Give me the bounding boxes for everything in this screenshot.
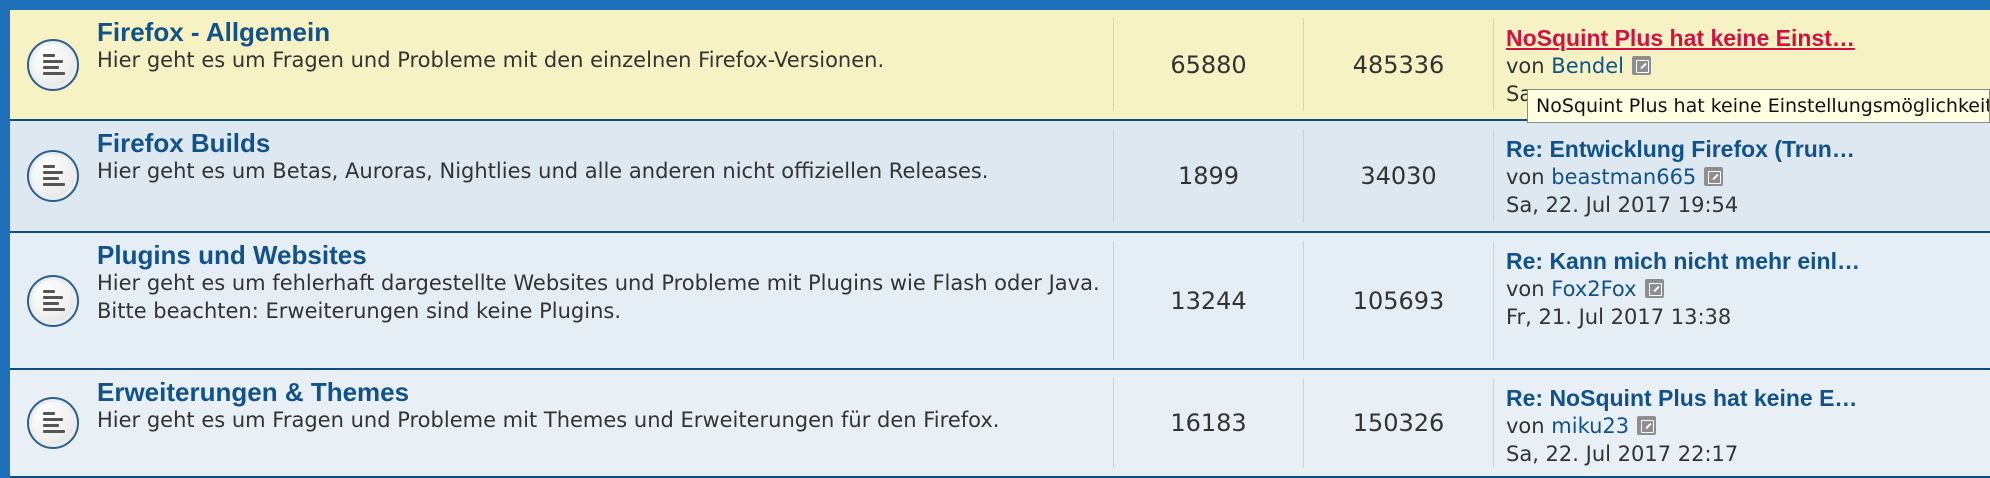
last-post-by-label: von bbox=[1506, 54, 1545, 78]
forum-icon-cell bbox=[10, 370, 97, 476]
view-latest-post-icon[interactable] bbox=[1632, 56, 1652, 75]
forum-topics-count: 16183 bbox=[1114, 378, 1304, 468]
forum-description: Hier geht es um Fragen und Probleme mit … bbox=[97, 48, 885, 72]
last-post-author-line: von Fox2Fox bbox=[1506, 275, 1988, 303]
forum-title-link[interactable]: Plugins und Websites bbox=[97, 241, 367, 269]
forum-read-icon bbox=[27, 274, 79, 327]
last-post-by-label: von bbox=[1506, 277, 1545, 301]
last-post-author-line: von Bendel bbox=[1506, 52, 1988, 80]
last-post-cell: Re: Entwicklung Firefox (Trun… von beast… bbox=[1494, 121, 1988, 231]
last-post-by-label: von bbox=[1506, 414, 1545, 438]
forum-note: Bitte beachten: Erweiterungen sind keine… bbox=[97, 299, 622, 323]
forum-posts-count: 34030 bbox=[1304, 129, 1494, 223]
forum-title-link[interactable]: Firefox - Allgemein bbox=[97, 18, 330, 46]
forum-read-icon bbox=[27, 397, 79, 449]
forum-description: Hier geht es um fehlerhaft dargestellte … bbox=[97, 271, 1100, 295]
forum-posts-count: 485336 bbox=[1304, 18, 1494, 111]
forum-topics-count: 13244 bbox=[1114, 241, 1304, 360]
last-post-cell: Re: Kann mich nicht mehr einl… von Fox2F… bbox=[1494, 233, 1988, 368]
forum-icon-cell bbox=[10, 10, 97, 119]
forum-icon-cell bbox=[10, 233, 97, 368]
forum-topics-count: 65880 bbox=[1114, 18, 1304, 111]
forum-row: Plugins und Websites Hier geht es um feh… bbox=[10, 233, 1990, 370]
forum-info: Erweiterungen & Themes Hier geht es um F… bbox=[97, 378, 1114, 468]
forum-posts-count: 105693 bbox=[1304, 241, 1494, 360]
forum-title-link[interactable]: Firefox Builds bbox=[97, 129, 270, 157]
forum-info: Plugins und Websites Hier geht es um feh… bbox=[97, 241, 1114, 360]
last-post-by-label: von bbox=[1506, 165, 1545, 189]
last-post-cell: Re: NoSquint Plus hat keine E… von miku2… bbox=[1494, 370, 1988, 476]
last-post-date: Sa, 22. Jul 2017 22:17 bbox=[1506, 442, 1739, 466]
forum-icon-cell bbox=[10, 121, 97, 231]
forum-description: Hier geht es um Betas, Auroras, Nightlie… bbox=[97, 159, 989, 183]
forum-info: Firefox Builds Hier geht es um Betas, Au… bbox=[97, 129, 1114, 223]
last-post-title-link[interactable]: Re: Entwicklung Firefox (Trun… bbox=[1506, 135, 1988, 163]
last-post-title-link[interactable]: Re: NoSquint Plus hat keine E… bbox=[1506, 384, 1988, 412]
forum-description: Hier geht es um Fragen und Probleme mit … bbox=[97, 408, 1000, 432]
forum-list: Firefox - Allgemein Hier geht es um Frag… bbox=[10, 0, 1990, 478]
last-post-author-line: von miku23 bbox=[1506, 412, 1988, 440]
last-post-user-link[interactable]: Fox2Fox bbox=[1551, 277, 1636, 301]
forum-info: Firefox - Allgemein Hier geht es um Frag… bbox=[97, 18, 1114, 111]
forum-read-icon bbox=[27, 38, 79, 91]
last-post-title-link[interactable]: Re: Kann mich nicht mehr einl… bbox=[1506, 247, 1988, 275]
link-tooltip: NoSquint Plus hat keine Einstellungsmögl… bbox=[1527, 89, 1990, 123]
last-post-user-link[interactable]: miku23 bbox=[1551, 414, 1629, 438]
forum-row: Firefox Builds Hier geht es um Betas, Au… bbox=[10, 121, 1990, 233]
last-post-date: Fr, 21. Jul 2017 13:38 bbox=[1506, 305, 1732, 329]
forum-read-icon bbox=[27, 150, 79, 202]
last-post-user-link[interactable]: Bendel bbox=[1551, 54, 1624, 78]
forum-topics-count: 1899 bbox=[1114, 129, 1304, 223]
last-post-date: Sa, 22. Jul 2017 19:54 bbox=[1506, 193, 1739, 217]
view-latest-post-icon[interactable] bbox=[1644, 279, 1664, 298]
forum-row: Erweiterungen & Themes Hier geht es um F… bbox=[10, 370, 1990, 478]
forum-title-link[interactable]: Erweiterungen & Themes bbox=[97, 378, 409, 406]
view-latest-post-icon[interactable] bbox=[1704, 167, 1724, 186]
last-post-user-link[interactable]: beastman665 bbox=[1551, 165, 1696, 189]
last-post-title-link[interactable]: NoSquint Plus hat keine Einst… bbox=[1506, 24, 1988, 52]
forum-posts-count: 150326 bbox=[1304, 378, 1494, 468]
last-post-author-line: von beastman665 bbox=[1506, 163, 1988, 191]
view-latest-post-icon[interactable] bbox=[1637, 416, 1657, 435]
